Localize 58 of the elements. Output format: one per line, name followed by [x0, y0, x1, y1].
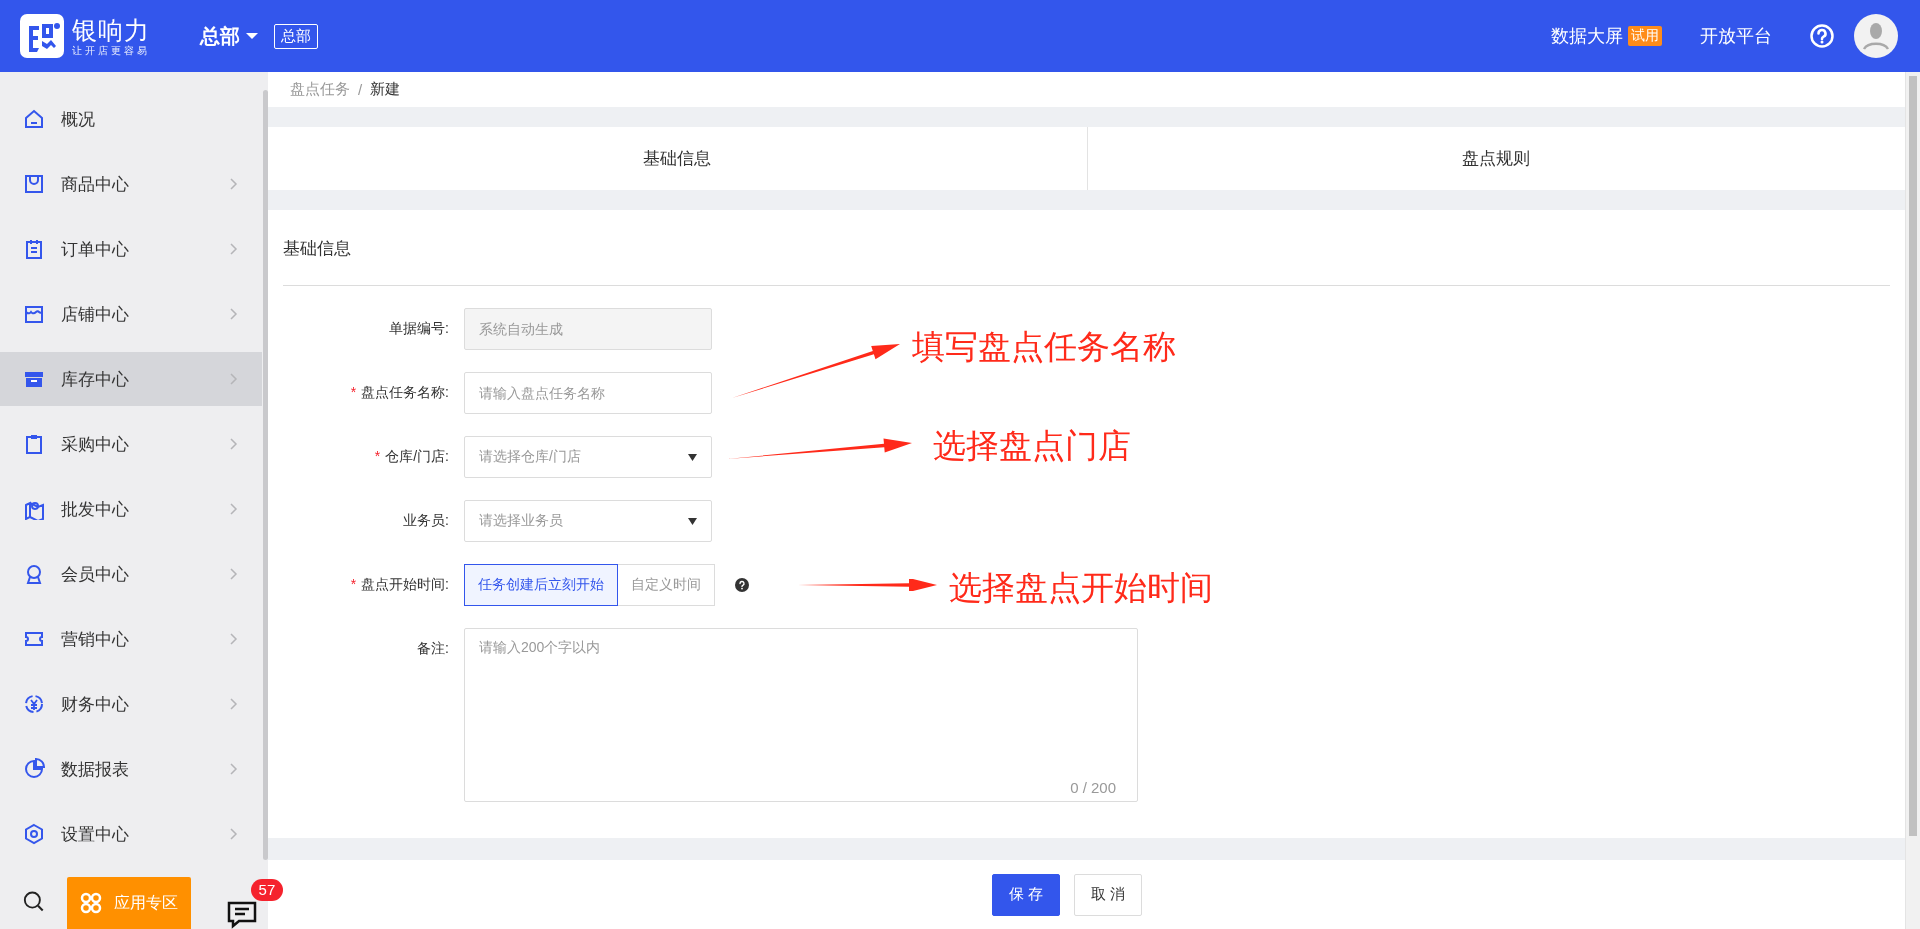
section-title: 基础信息: [283, 210, 1890, 286]
field-label: 备注:: [416, 639, 450, 658]
breadcrumb-separator: /: [358, 81, 363, 98]
sidebar-item[interactable]: 数据报表: [0, 742, 262, 796]
clipboard-icon: [23, 433, 45, 455]
caret-icon: [688, 517, 697, 525]
sidebar-item[interactable]: 店铺中心: [0, 287, 262, 341]
sidebar-scrollbar[interactable]: [263, 90, 268, 860]
field-label: * 盘点开始时间:: [349, 576, 450, 594]
settings-icon: [23, 823, 45, 845]
pie-chart-icon: [23, 758, 45, 780]
organization-dropdown[interactable]: 总部: [200, 22, 258, 50]
field-label: * 仓库/门店:: [373, 448, 450, 466]
sidebar-item[interactable]: 库存中心: [0, 352, 262, 406]
header-link[interactable]: 开放平台: [1700, 24, 1772, 48]
cancel-button[interactable]: 取消: [1073, 873, 1142, 916]
step-tab[interactable]: 基础信息: [268, 127, 1087, 190]
sidebar-item[interactable]: 会员中心: [0, 547, 262, 601]
field-label: 单据编号:: [388, 320, 450, 338]
field-label: * 盘点任务名称:: [349, 384, 450, 402]
sidebar-item[interactable]: 财务中心: [0, 677, 262, 731]
sidebar-item[interactable]: 订单中心: [0, 222, 262, 276]
search-icon[interactable]: [22, 889, 45, 913]
annotation-text: 选择盘点开始时间: [949, 568, 1213, 608]
sidebar-item[interactable]: 批发中心: [0, 482, 262, 536]
scrollbar[interactable]: [1905, 72, 1920, 929]
help-icon[interactable]: [735, 578, 749, 592]
avatar-icon[interactable]: [1854, 14, 1898, 58]
clipboard-list-icon: [23, 238, 45, 260]
caret-icon: [246, 33, 258, 39]
grid-icon: [79, 892, 102, 914]
segment-option[interactable]: 任务创建后立刻开始: [464, 564, 618, 606]
bag-icon: [23, 173, 45, 195]
sidebar-item[interactable]: 商品中心: [0, 157, 262, 211]
input-field[interactable]: 请输入盘点任务名称: [464, 372, 712, 414]
logo-name: 银响力: [72, 15, 150, 44]
caret-icon: [688, 453, 697, 461]
organization-tag: 总部: [274, 23, 318, 49]
character-counter: 0 / 200: [1070, 779, 1116, 796]
annotation-text: 填写盘点任务名称: [912, 327, 1176, 367]
sidebar-item[interactable]: 概况: [0, 92, 262, 146]
field-label: 业务员:: [402, 512, 450, 530]
sidebar-item[interactable]: 采购中心: [0, 417, 262, 471]
document-number-field[interactable]: 系统自动生成: [464, 308, 712, 350]
message-count-badge: 57: [250, 879, 284, 901]
header-link[interactable]: 数据大屏: [1551, 24, 1623, 48]
store-icon: [23, 303, 45, 325]
sidebar-item[interactable]: 营销中心: [0, 612, 262, 666]
sidebar-item[interactable]: 设置中心: [0, 807, 262, 861]
home-icon: [23, 108, 45, 130]
annotation-text: 选择盘点门店: [933, 426, 1131, 466]
save-button[interactable]: 保存: [991, 873, 1060, 916]
yen-coin-icon: [23, 693, 45, 715]
trial-badge: 试用: [1628, 26, 1662, 46]
logo-icon: [20, 14, 64, 58]
logo-tagline: 让开店更容易: [72, 43, 150, 57]
breadcrumb-current: 新建: [370, 80, 401, 99]
help-icon[interactable]: [1810, 24, 1834, 48]
